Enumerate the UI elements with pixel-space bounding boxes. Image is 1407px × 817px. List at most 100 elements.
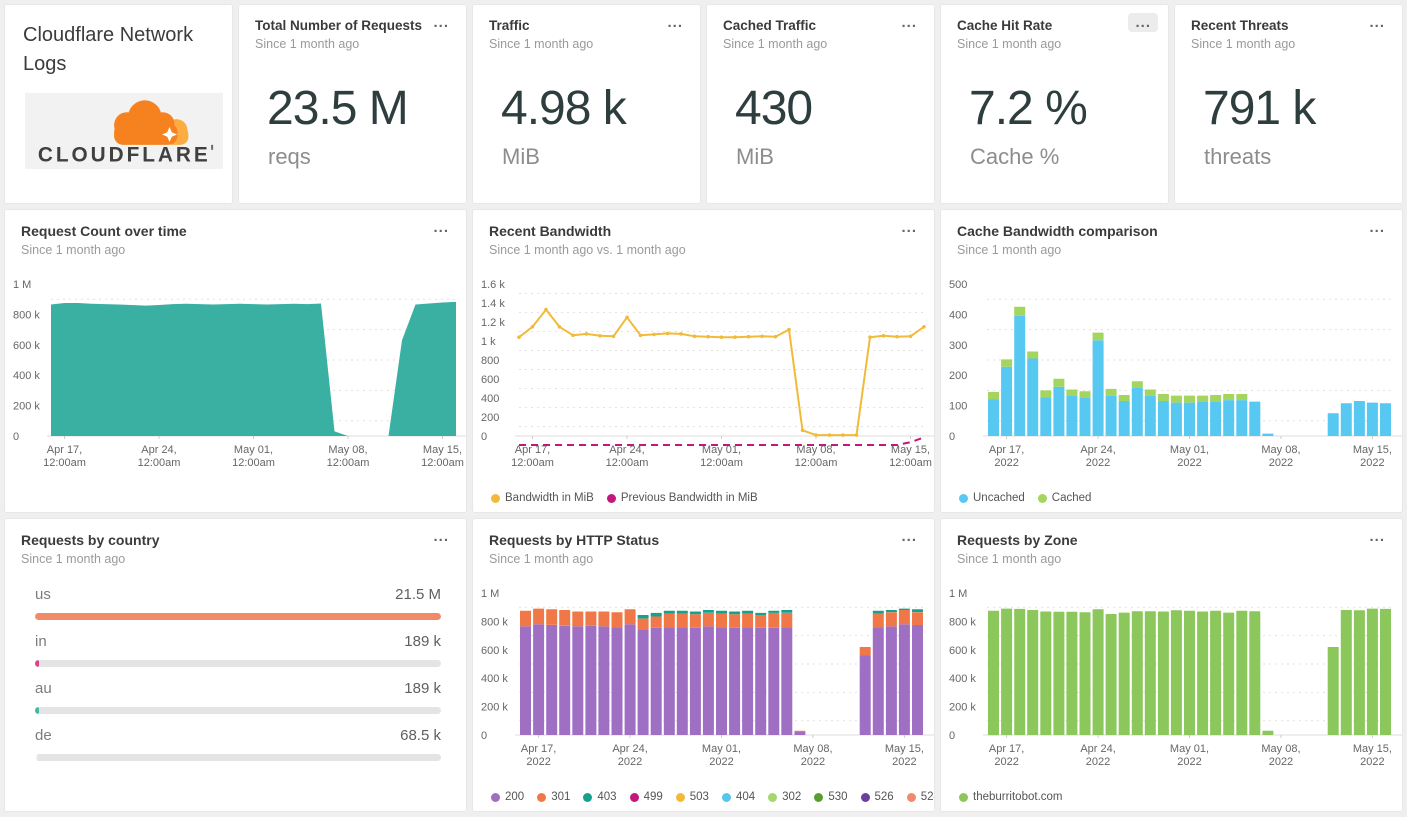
country-bar-fill [35, 754, 38, 761]
legend-item[interactable]: 403 [583, 791, 617, 803]
legend-item[interactable]: 530 [814, 791, 848, 803]
legend-item[interactable]: Bandwidth in MiB [491, 492, 594, 504]
stat-value: 4.98 k [501, 82, 627, 135]
panel-total-requests: Total Number of Requests Since 1 month a… [238, 4, 467, 204]
panel-menu-button[interactable]: ... [426, 218, 456, 237]
svg-text:Apr 17,12:00am: Apr 17, 12:00am [43, 444, 86, 469]
panel-requests-by-http-status: Requests by HTTP Status Since 1 month ag… [472, 518, 935, 812]
bandwidth-line-chart[interactable]: 1.6 k 1.4 k 1.2 k 1 k 800 600 400 200 0 Apr 17, 12… [473, 270, 934, 480]
legend-label: Bandwidth in MiB [505, 492, 594, 504]
panel-menu-button[interactable]: ... [660, 13, 690, 32]
panel-menu-button[interactable]: ... [1128, 13, 1158, 32]
svg-text:200 k: 200 k [13, 401, 40, 413]
svg-text:May 08,2022: May 08, 2022 [1261, 743, 1300, 768]
panel-title: Cache Hit Rate [957, 18, 1053, 33]
legend-label: Cached [1051, 492, 1092, 504]
legend-label: 503 [689, 791, 709, 803]
chart-legend: theburritobot.com [959, 791, 1063, 803]
svg-text:1.4 k: 1.4 k [481, 298, 505, 310]
country-list: us 21.5 M in 189 k au 189 k de 68.5 k [5, 566, 466, 761]
legend-item[interactable]: theburritobot.com [959, 791, 1063, 803]
svg-text:1 k: 1 k [481, 336, 496, 348]
country-bar-track [35, 707, 441, 714]
panel-menu-button[interactable]: ... [894, 527, 924, 546]
panel-subtitle: Since 1 month ago [21, 552, 126, 566]
svg-text:May 15,12:00am: May 15, 12:00am [889, 444, 932, 469]
legend-item[interactable]: 499 [629, 791, 663, 803]
country-value: 68.5 k [400, 727, 441, 744]
panel-menu-button[interactable]: ... [894, 218, 924, 237]
svg-text:400 k: 400 k [13, 370, 40, 382]
panel-requests-by-country: Requests by country Since 1 month ago ..… [4, 518, 467, 812]
legend-label: 524 [920, 791, 934, 803]
legend-item[interactable]: 503 [675, 791, 709, 803]
legend-item[interactable]: Cached [1037, 492, 1092, 504]
country-row: us 21.5 M [35, 586, 441, 620]
country-row: in 189 k [35, 633, 441, 667]
panel-title: Request Count over time [21, 223, 187, 239]
legend-item[interactable]: 526 [860, 791, 894, 803]
country-row: au 189 k [35, 680, 441, 714]
panel-cache-bandwidth: Cache Bandwidth comparison Since 1 month… [940, 209, 1403, 513]
country-row: de 68.5 k [35, 727, 441, 761]
panel-menu-button[interactable]: ... [1362, 527, 1392, 546]
cloudflare-logo: CLOUDFLARE [25, 93, 223, 169]
svg-text:100: 100 [949, 401, 967, 413]
panel-menu-button[interactable]: ... [1362, 13, 1392, 32]
legend-dot [721, 792, 731, 802]
panel-menu-button[interactable]: ... [1362, 218, 1392, 237]
http-status-bar-chart[interactable]: 1 M 800 k 600 k 400 k 200 k 0 Apr 17, 2022 Apr 2… [473, 579, 934, 779]
panel-menu-button[interactable]: ... [426, 13, 456, 32]
legend-label: 302 [782, 791, 802, 803]
svg-text:200: 200 [481, 412, 499, 424]
panel-menu-button[interactable]: ... [426, 527, 456, 546]
legend-item[interactable]: 301 [537, 791, 570, 803]
svg-text:0: 0 [949, 730, 955, 742]
legend-item[interactable]: 302 [768, 791, 801, 803]
zone-bar-chart[interactable]: 1 M 800 k 600 k 400 k 200 k 0 Apr 17, 2022 Apr 2… [941, 579, 1402, 779]
legend-dot [860, 792, 870, 802]
panel-recent-bandwidth: Recent Bandwidth Since 1 month ago vs. 1… [472, 209, 935, 513]
legend-item[interactable]: 200 [491, 791, 524, 803]
svg-text:600 k: 600 k [481, 645, 508, 657]
svg-text:600 k: 600 k [13, 340, 40, 352]
dashboard: Cloudflare Network Logs CLOUDFLARE Total… [0, 0, 1407, 817]
country-value: 189 k [404, 680, 441, 697]
legend-dot [491, 493, 500, 503]
svg-text:600: 600 [481, 374, 499, 386]
legend-item[interactable]: Uncached [959, 492, 1025, 504]
legend-label: 526 [874, 791, 894, 803]
panel-menu-button[interactable]: ... [894, 13, 924, 32]
panel-subtitle: Since 1 month ago [957, 37, 1062, 51]
legend-dot [1037, 493, 1047, 503]
legend-label: Previous Bandwidth in MiB [620, 492, 758, 504]
svg-text:400: 400 [481, 393, 499, 405]
svg-text:May 01,2022: May 01, 2022 [1170, 743, 1209, 768]
legend-dot [583, 792, 593, 802]
legend-label: 403 [597, 791, 617, 803]
svg-text:1 M: 1 M [481, 588, 499, 600]
svg-text:Apr 24,2022: Apr 24, 2022 [1080, 444, 1115, 469]
cache-bandwidth-bar-chart[interactable]: 500 400 300 200 100 0 Apr 17, 2022 Apr 24, 2022 Ma… [941, 270, 1402, 480]
svg-text:0: 0 [481, 431, 487, 443]
panel-requests-by-zone: Requests by Zone Since 1 month ago ... 1… [940, 518, 1403, 812]
stat-unit: MiB [502, 144, 540, 169]
legend-item[interactable]: 404 [721, 791, 756, 803]
request-count-area-chart[interactable]: 1 M 800 k 600 k 400 k 200 k 0 Apr 17, 12:00am Ap… [5, 270, 466, 480]
legend-label: 404 [735, 791, 756, 803]
panel-title: Requests by country [21, 532, 160, 548]
svg-text:300: 300 [949, 340, 967, 352]
svg-text:1.2 k: 1.2 k [481, 317, 505, 329]
legend-item[interactable]: 524 [906, 791, 934, 803]
svg-text:400 k: 400 k [481, 673, 508, 685]
legend-item[interactable]: Previous Bandwidth in MiB [606, 492, 758, 504]
stat-value: 7.2 % [969, 82, 1088, 135]
svg-text:200 k: 200 k [949, 702, 976, 714]
country-bar-track [35, 754, 441, 761]
svg-text:1 M: 1 M [13, 279, 31, 291]
panel-request-count: Request Count over time Since 1 month ag… [4, 209, 467, 513]
legend-label: theburritobot.com [973, 791, 1063, 803]
svg-text:Apr 17,2022: Apr 17, 2022 [989, 444, 1024, 469]
legend-dot [959, 493, 968, 503]
svg-text:Apr 17,12:00am: Apr 17, 12:00am [511, 444, 554, 469]
